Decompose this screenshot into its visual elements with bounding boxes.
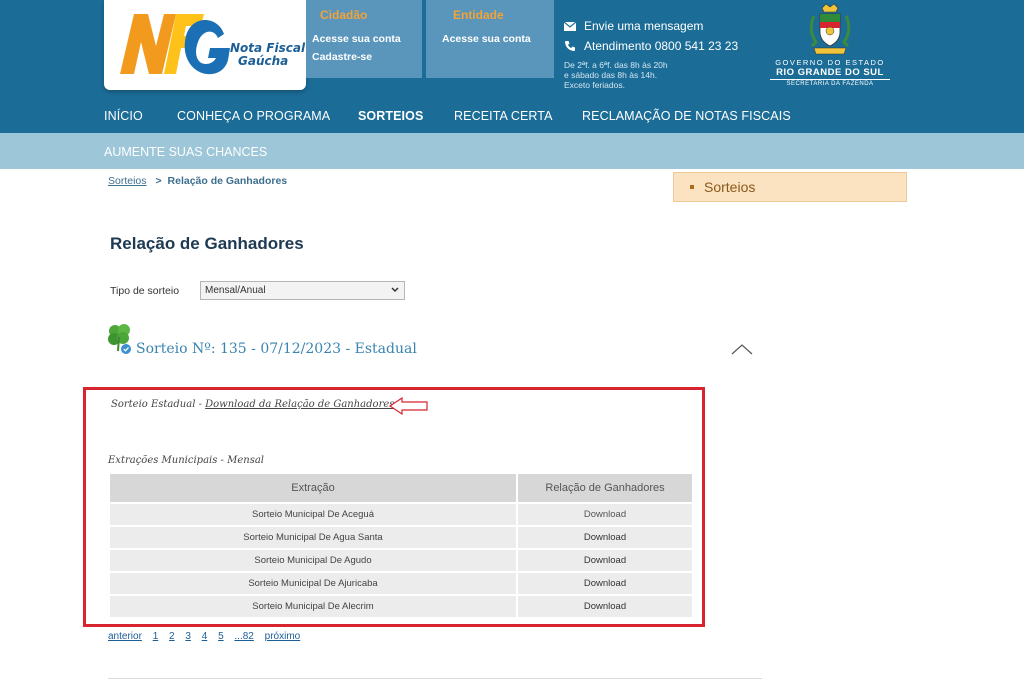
clover-icon	[108, 324, 131, 354]
breadcrumb-current: Relação de Ganhadores	[167, 175, 288, 187]
sidebar-item-label: Sorteios	[704, 179, 756, 195]
entidade-access-link[interactable]: Acesse sua conta	[442, 30, 554, 48]
column-header-extracao: Extração	[110, 474, 516, 502]
pagination-page-4[interactable]: 4	[202, 631, 208, 642]
logo-wordmark: Nota Fiscal Gaúcha	[230, 41, 306, 68]
download-link[interactable]: Download	[584, 532, 626, 543]
gov-line-3: SECRETARIA DA FAZENDA	[786, 81, 874, 87]
cidadao-title: Cidadão	[320, 8, 368, 22]
pagination-last[interactable]: ...82	[234, 631, 253, 642]
extracao-cell: Sorteio Municipal De Agudo	[110, 550, 516, 571]
send-message-label: Envie uma mensagem	[584, 19, 704, 33]
phone-label: Atendimento 0800 541 23 23	[584, 39, 739, 53]
breadcrumb-sorteios-link[interactable]: Sorteios	[108, 175, 147, 187]
nav-item-inicio[interactable]: INÍCIO	[104, 109, 143, 123]
download-link[interactable]: Download	[584, 601, 626, 612]
results-table: Extração Relação de Ganhadores Sorteio M…	[108, 472, 694, 619]
envelope-icon	[564, 21, 576, 31]
table-row: Sorteio Municipal De Agua Santa Download	[110, 527, 692, 548]
nfg-logo-mark-icon	[120, 14, 230, 75]
cidadao-login-panel: Cidadão Acesse sua conta Cadastre-se	[306, 0, 422, 78]
sorteio-type-select[interactable]: Mensal/Anual	[200, 281, 405, 300]
pagination-page-5[interactable]: 5	[218, 631, 224, 642]
gov-line-2: RIO GRANDE DO SUL	[770, 67, 890, 80]
nav-item-conheca[interactable]: CONHEÇA O PROGRAMA	[177, 109, 330, 123]
nav-item-reclamacao[interactable]: RECLAMAÇÃO DE NOTAS FISCAIS	[582, 109, 791, 123]
nfg-logo[interactable]: Nota Fiscal Gaúcha	[104, 0, 306, 90]
table-row: Sorteio Municipal De Alecrim Download	[110, 596, 692, 617]
estadual-download-line: Sorteio Estadual - Download da Relação d…	[111, 399, 394, 410]
breadcrumb: Sorteios > Relação de Ganhadores	[108, 175, 287, 187]
table-row: Sorteio Municipal De Ajuricaba Download	[110, 573, 692, 594]
extracao-cell: Sorteio Municipal De Aceguá	[110, 504, 516, 525]
main-nav: INÍCIO CONHEÇA O PROGRAMA SORTEIOS RECEI…	[0, 97, 1024, 133]
contact-info: Envie uma mensagem Atendimento 0800 541 …	[564, 16, 738, 90]
table-header-row: Extração Relação de Ganhadores	[110, 474, 692, 502]
breadcrumb-separator: >	[155, 175, 162, 187]
download-cell: Download	[518, 504, 692, 525]
extracao-cell: Sorteio Municipal De Ajuricaba	[110, 573, 516, 594]
download-cell: Download	[518, 596, 692, 617]
entidade-title: Entidade	[453, 8, 504, 22]
download-link[interactable]: Download	[584, 578, 626, 589]
nav-item-receita-certa[interactable]: RECEITA CERTA	[454, 109, 553, 123]
download-link[interactable]: Download	[584, 555, 626, 566]
sub-nav: AUMENTE SUAS CHANCES	[0, 133, 1024, 169]
download-link[interactable]: Download	[584, 509, 626, 520]
table-row: Sorteio Municipal De Aceguá Download	[110, 504, 692, 525]
send-message-link[interactable]: Envie uma mensagem	[564, 16, 738, 36]
download-cell: Download	[518, 527, 692, 548]
download-cell: Download	[518, 573, 692, 594]
annotation-arrow-icon	[389, 396, 428, 416]
pagination-next[interactable]: próximo	[265, 631, 301, 642]
phone-info: Atendimento 0800 541 23 23	[564, 36, 738, 56]
section-divider	[108, 678, 762, 679]
bullet-icon	[690, 185, 694, 189]
download-ganhadores-link[interactable]: Download da Relação de Ganhadores	[205, 399, 394, 410]
pagination-page-1[interactable]: 1	[153, 631, 159, 642]
state-crest-icon	[809, 3, 851, 55]
municipais-label: Extrações Municipais - Mensal	[108, 455, 264, 466]
service-hours: De 2ªf. a 6ªf. das 8h às 20h e sábado da…	[564, 60, 668, 90]
cidadao-register-link[interactable]: Cadastre-se	[312, 48, 422, 66]
entidade-login-panel: Entidade Acesse sua conta	[426, 0, 554, 78]
site-header: Nota Fiscal Gaúcha Cidadão Acesse sua co…	[0, 0, 1024, 97]
government-logo[interactable]: GOVERNO DO ESTADO RIO GRANDE DO SUL SECR…	[770, 2, 890, 87]
subnav-item-aumente[interactable]: AUMENTE SUAS CHANCES	[104, 145, 267, 159]
nav-item-sorteios[interactable]: SORTEIOS	[358, 109, 423, 123]
download-cell: Download	[518, 550, 692, 571]
column-header-relacao: Relação de Ganhadores	[518, 474, 692, 502]
table-row: Sorteio Municipal De Agudo Download	[110, 550, 692, 571]
page-title: Relação de Ganhadores	[110, 234, 304, 253]
pagination-page-3[interactable]: 3	[185, 631, 191, 642]
sorteio-title[interactable]: Sorteio Nº: 135 - 07/12/2023 - Estadual	[136, 341, 417, 357]
estadual-prefix: Sorteio Estadual -	[111, 399, 206, 410]
sidebar-item-sorteios[interactable]: Sorteios	[673, 172, 907, 202]
extracao-cell: Sorteio Municipal De Alecrim	[110, 596, 516, 617]
pagination-page-2[interactable]: 2	[169, 631, 175, 642]
gov-line-1: GOVERNO DO ESTADO	[775, 58, 885, 67]
pagination-prev[interactable]: anterior	[108, 631, 142, 642]
select-value: Mensal/Anual	[205, 285, 266, 296]
phone-icon	[565, 41, 575, 51]
extracao-cell: Sorteio Municipal De Agua Santa	[110, 527, 516, 548]
collapse-chevron-icon[interactable]	[731, 343, 753, 355]
filter-label: Tipo de sorteio	[110, 285, 180, 297]
dropdown-chevron-icon	[391, 287, 399, 293]
pagination: anterior 1 2 3 4 5 ...82 próximo	[108, 631, 308, 642]
cidadao-access-link[interactable]: Acesse sua conta	[312, 30, 422, 48]
